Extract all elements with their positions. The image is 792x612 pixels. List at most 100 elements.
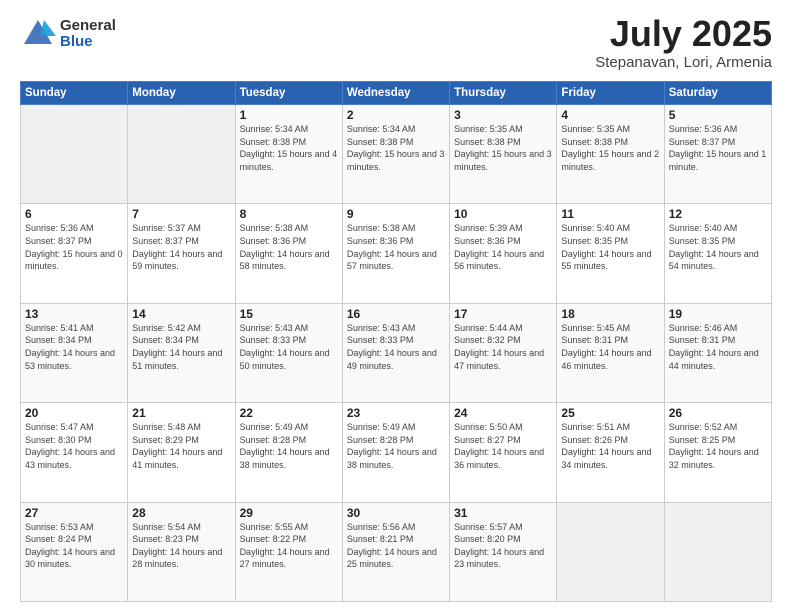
day-number: 14 [132, 307, 230, 321]
day-number: 20 [25, 406, 123, 420]
weekday-header: Thursday [450, 82, 557, 105]
calendar-location: Stepanavan, Lori, Armenia [595, 54, 772, 71]
calendar-cell [664, 502, 771, 601]
day-info: Sunrise: 5:45 AM Sunset: 8:31 PM Dayligh… [561, 322, 659, 372]
weekday-header: Friday [557, 82, 664, 105]
calendar-cell [21, 105, 128, 204]
calendar-table: SundayMondayTuesdayWednesdayThursdayFrid… [20, 81, 772, 602]
day-number: 10 [454, 207, 552, 221]
weekday-header: Saturday [664, 82, 771, 105]
day-info: Sunrise: 5:41 AM Sunset: 8:34 PM Dayligh… [25, 322, 123, 372]
day-number: 21 [132, 406, 230, 420]
logo-general-label: General [60, 18, 116, 35]
calendar-cell: 22Sunrise: 5:49 AM Sunset: 8:28 PM Dayli… [235, 403, 342, 502]
day-info: Sunrise: 5:46 AM Sunset: 8:31 PM Dayligh… [669, 322, 767, 372]
calendar-cell: 29Sunrise: 5:55 AM Sunset: 8:22 PM Dayli… [235, 502, 342, 601]
day-info: Sunrise: 5:43 AM Sunset: 8:33 PM Dayligh… [347, 322, 445, 372]
day-number: 1 [240, 108, 338, 122]
calendar-cell: 28Sunrise: 5:54 AM Sunset: 8:23 PM Dayli… [128, 502, 235, 601]
day-number: 28 [132, 506, 230, 520]
day-info: Sunrise: 5:37 AM Sunset: 8:37 PM Dayligh… [132, 222, 230, 272]
calendar-cell: 9Sunrise: 5:38 AM Sunset: 8:36 PM Daylig… [342, 204, 449, 303]
day-number: 3 [454, 108, 552, 122]
day-number: 29 [240, 506, 338, 520]
calendar-cell: 17Sunrise: 5:44 AM Sunset: 8:32 PM Dayli… [450, 303, 557, 402]
day-info: Sunrise: 5:34 AM Sunset: 8:38 PM Dayligh… [240, 123, 338, 173]
day-number: 5 [669, 108, 767, 122]
weekday-header: Monday [128, 82, 235, 105]
weekday-header: Wednesday [342, 82, 449, 105]
calendar-week-row: 13Sunrise: 5:41 AM Sunset: 8:34 PM Dayli… [21, 303, 772, 402]
day-number: 23 [347, 406, 445, 420]
calendar-cell [557, 502, 664, 601]
day-info: Sunrise: 5:38 AM Sunset: 8:36 PM Dayligh… [240, 222, 338, 272]
day-number: 24 [454, 406, 552, 420]
day-info: Sunrise: 5:49 AM Sunset: 8:28 PM Dayligh… [240, 421, 338, 471]
calendar-cell: 21Sunrise: 5:48 AM Sunset: 8:29 PM Dayli… [128, 403, 235, 502]
day-info: Sunrise: 5:36 AM Sunset: 8:37 PM Dayligh… [669, 123, 767, 173]
day-info: Sunrise: 5:47 AM Sunset: 8:30 PM Dayligh… [25, 421, 123, 471]
header: General Blue July 2025 Stepanavan, Lori,… [20, 16, 772, 71]
calendar-cell [128, 105, 235, 204]
calendar-cell: 25Sunrise: 5:51 AM Sunset: 8:26 PM Dayli… [557, 403, 664, 502]
day-number: 7 [132, 207, 230, 221]
calendar-cell: 24Sunrise: 5:50 AM Sunset: 8:27 PM Dayli… [450, 403, 557, 502]
calendar-page: General Blue July 2025 Stepanavan, Lori,… [0, 0, 792, 612]
day-number: 25 [561, 406, 659, 420]
day-info: Sunrise: 5:35 AM Sunset: 8:38 PM Dayligh… [561, 123, 659, 173]
day-number: 9 [347, 207, 445, 221]
calendar-week-row: 1Sunrise: 5:34 AM Sunset: 8:38 PM Daylig… [21, 105, 772, 204]
calendar-cell: 23Sunrise: 5:49 AM Sunset: 8:28 PM Dayli… [342, 403, 449, 502]
logo-blue-label: Blue [60, 34, 116, 51]
calendar-cell: 27Sunrise: 5:53 AM Sunset: 8:24 PM Dayli… [21, 502, 128, 601]
day-number: 17 [454, 307, 552, 321]
day-info: Sunrise: 5:42 AM Sunset: 8:34 PM Dayligh… [132, 322, 230, 372]
calendar-week-row: 6Sunrise: 5:36 AM Sunset: 8:37 PM Daylig… [21, 204, 772, 303]
day-info: Sunrise: 5:39 AM Sunset: 8:36 PM Dayligh… [454, 222, 552, 272]
calendar-cell: 26Sunrise: 5:52 AM Sunset: 8:25 PM Dayli… [664, 403, 771, 502]
day-number: 26 [669, 406, 767, 420]
day-number: 12 [669, 207, 767, 221]
calendar-week-row: 20Sunrise: 5:47 AM Sunset: 8:30 PM Dayli… [21, 403, 772, 502]
calendar-cell: 15Sunrise: 5:43 AM Sunset: 8:33 PM Dayli… [235, 303, 342, 402]
calendar-title: July 2025 [595, 16, 772, 52]
day-info: Sunrise: 5:51 AM Sunset: 8:26 PM Dayligh… [561, 421, 659, 471]
day-info: Sunrise: 5:38 AM Sunset: 8:36 PM Dayligh… [347, 222, 445, 272]
weekday-header: Tuesday [235, 82, 342, 105]
day-number: 31 [454, 506, 552, 520]
day-info: Sunrise: 5:50 AM Sunset: 8:27 PM Dayligh… [454, 421, 552, 471]
day-number: 15 [240, 307, 338, 321]
calendar-cell: 5Sunrise: 5:36 AM Sunset: 8:37 PM Daylig… [664, 105, 771, 204]
day-number: 11 [561, 207, 659, 221]
calendar-cell: 19Sunrise: 5:46 AM Sunset: 8:31 PM Dayli… [664, 303, 771, 402]
calendar-cell: 8Sunrise: 5:38 AM Sunset: 8:36 PM Daylig… [235, 204, 342, 303]
logo-icon [20, 16, 56, 52]
logo-text: General Blue [60, 18, 116, 51]
title-block: July 2025 Stepanavan, Lori, Armenia [595, 16, 772, 71]
day-info: Sunrise: 5:44 AM Sunset: 8:32 PM Dayligh… [454, 322, 552, 372]
weekday-header: Sunday [21, 82, 128, 105]
calendar-week-row: 27Sunrise: 5:53 AM Sunset: 8:24 PM Dayli… [21, 502, 772, 601]
calendar-cell: 4Sunrise: 5:35 AM Sunset: 8:38 PM Daylig… [557, 105, 664, 204]
calendar-cell: 2Sunrise: 5:34 AM Sunset: 8:38 PM Daylig… [342, 105, 449, 204]
calendar-cell: 1Sunrise: 5:34 AM Sunset: 8:38 PM Daylig… [235, 105, 342, 204]
calendar-cell: 6Sunrise: 5:36 AM Sunset: 8:37 PM Daylig… [21, 204, 128, 303]
day-info: Sunrise: 5:52 AM Sunset: 8:25 PM Dayligh… [669, 421, 767, 471]
day-number: 4 [561, 108, 659, 122]
calendar-cell: 7Sunrise: 5:37 AM Sunset: 8:37 PM Daylig… [128, 204, 235, 303]
day-info: Sunrise: 5:43 AM Sunset: 8:33 PM Dayligh… [240, 322, 338, 372]
day-number: 22 [240, 406, 338, 420]
day-info: Sunrise: 5:40 AM Sunset: 8:35 PM Dayligh… [669, 222, 767, 272]
day-number: 27 [25, 506, 123, 520]
day-info: Sunrise: 5:57 AM Sunset: 8:20 PM Dayligh… [454, 521, 552, 571]
day-number: 30 [347, 506, 445, 520]
calendar-cell: 30Sunrise: 5:56 AM Sunset: 8:21 PM Dayli… [342, 502, 449, 601]
calendar-cell: 10Sunrise: 5:39 AM Sunset: 8:36 PM Dayli… [450, 204, 557, 303]
day-info: Sunrise: 5:55 AM Sunset: 8:22 PM Dayligh… [240, 521, 338, 571]
day-number: 6 [25, 207, 123, 221]
day-info: Sunrise: 5:36 AM Sunset: 8:37 PM Dayligh… [25, 222, 123, 272]
calendar-cell: 20Sunrise: 5:47 AM Sunset: 8:30 PM Dayli… [21, 403, 128, 502]
calendar-cell: 3Sunrise: 5:35 AM Sunset: 8:38 PM Daylig… [450, 105, 557, 204]
day-number: 13 [25, 307, 123, 321]
day-number: 16 [347, 307, 445, 321]
